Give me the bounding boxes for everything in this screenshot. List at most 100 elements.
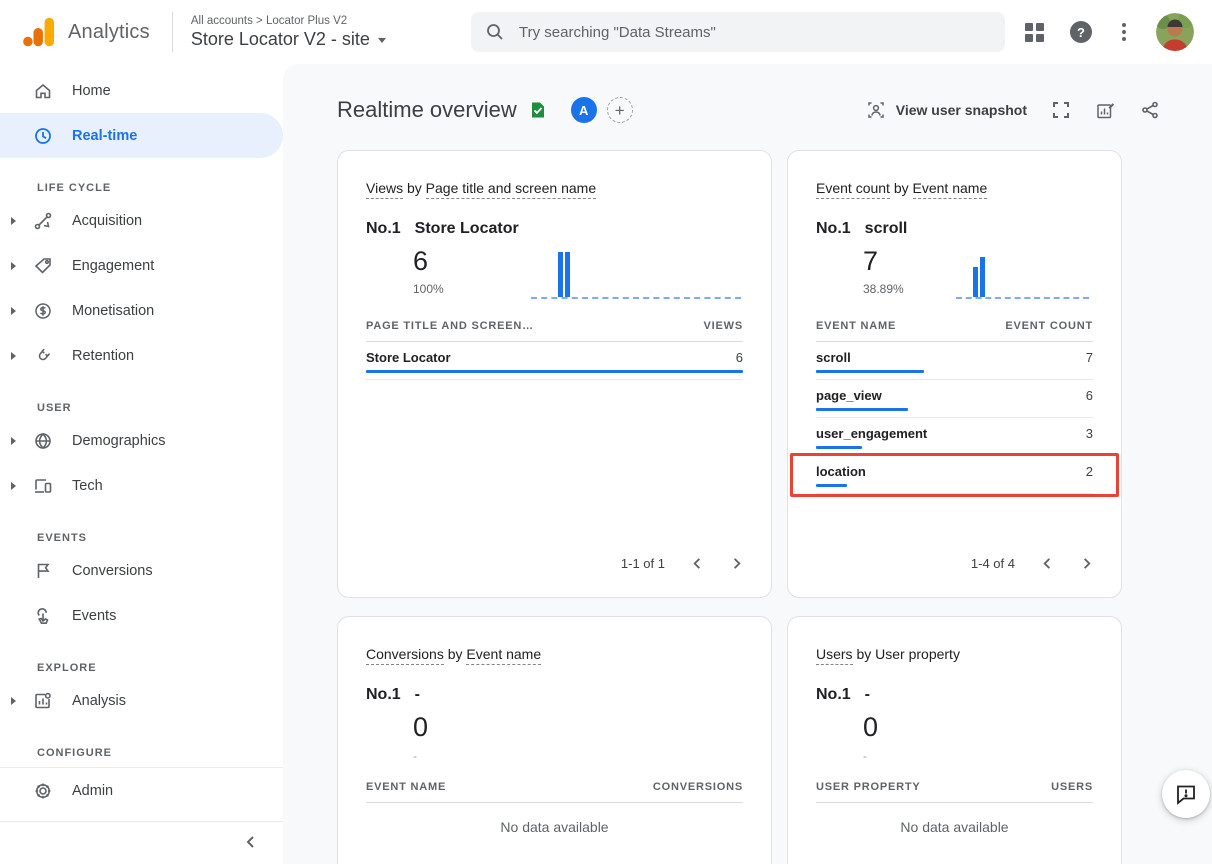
- analytics-logo-icon: [20, 13, 58, 51]
- search-bar[interactable]: [471, 12, 1005, 52]
- sidebar-item-engagement[interactable]: Engagement: [0, 243, 283, 288]
- column-header: EVENT COUNT: [1005, 320, 1093, 332]
- devices-icon: [33, 476, 53, 496]
- card-metric-selector[interactable]: Views: [366, 180, 403, 199]
- expand-caret-icon[interactable]: [11, 262, 16, 270]
- row-bar: [816, 370, 924, 373]
- card-table: EVENT NAME CONVERSIONS No data available: [366, 781, 743, 835]
- sidebar-item-monetisation[interactable]: Monetisation: [0, 288, 283, 333]
- empty-state: No data available: [816, 819, 1093, 835]
- top-entry-percent: 38.89%: [863, 282, 904, 296]
- sidebar-section-events: EVENTS: [0, 532, 283, 544]
- top-entry-value: 7: [863, 246, 904, 277]
- card-table: USER PROPERTY USERS No data available: [816, 781, 1093, 835]
- column-header: EVENT NAME: [816, 320, 896, 332]
- card-metric-selector[interactable]: Conversions: [366, 646, 444, 665]
- row-bar: [816, 446, 862, 449]
- sidebar-section-configure: CONFIGURE: [0, 747, 283, 759]
- top-entry-percent: -: [863, 749, 878, 763]
- top-entry-value: 0: [863, 712, 878, 743]
- top-entry-percent: -: [413, 749, 428, 763]
- breadcrumb[interactable]: All accounts > Locator Plus V2: [191, 15, 386, 27]
- clock-icon: [33, 126, 53, 146]
- add-comparison-button[interactable]: +: [607, 97, 633, 123]
- column-header: USERS: [1051, 781, 1093, 793]
- comparison-chip[interactable]: A: [571, 97, 597, 123]
- card-table: EVENT NAME EVENT COUNT scroll 7 page_vie…: [816, 320, 1093, 494]
- expand-caret-icon[interactable]: [11, 697, 16, 705]
- card-metric-selector[interactable]: Users: [816, 646, 853, 665]
- analysis-chart-icon: [33, 691, 53, 711]
- sidebar-item-events[interactable]: Events: [0, 593, 283, 638]
- feedback-button[interactable]: [1162, 770, 1210, 818]
- card-dimension-selector[interactable]: Event name: [913, 180, 988, 199]
- sidebar-item-conversions[interactable]: Conversions: [0, 548, 283, 593]
- card-dimension-selector[interactable]: Event name: [466, 646, 541, 665]
- help-icon[interactable]: ?: [1070, 21, 1092, 43]
- magnet-icon: [33, 346, 53, 366]
- table-row: user_engagement 3: [816, 418, 1093, 456]
- next-page-icon[interactable]: [730, 557, 743, 570]
- card-event-count-by-event-name: Event count by Event name No.1scroll 7 3…: [787, 150, 1122, 598]
- top-entry-percent: 100%: [413, 282, 444, 296]
- card-table: PAGE TITLE AND SCREEN… VIEWS Store Locat…: [366, 320, 743, 380]
- sidebar-section-explore: EXPLORE: [0, 662, 283, 674]
- card-title: Users by User property: [816, 641, 1093, 668]
- card-dimension-selector[interactable]: Page title and screen name: [426, 180, 596, 199]
- expand-caret-icon[interactable]: [11, 437, 16, 445]
- prev-page-icon[interactable]: [691, 557, 704, 570]
- apps-grid-icon[interactable]: [1025, 23, 1044, 42]
- next-page-icon[interactable]: [1080, 557, 1093, 570]
- sidebar-item-admin[interactable]: Admin: [0, 768, 283, 813]
- collapse-sidebar-icon[interactable]: [243, 834, 259, 850]
- gear-icon: [33, 781, 53, 801]
- expand-caret-icon[interactable]: [11, 482, 16, 490]
- search-input[interactable]: [517, 23, 957, 42]
- chevron-down-icon: [378, 38, 386, 43]
- table-row-highlighted: location 2: [816, 456, 1093, 494]
- card-metric-selector[interactable]: Event count: [816, 180, 890, 199]
- sidebar-item-acquisition[interactable]: Acquisition: [0, 198, 283, 243]
- table-row: Store Locator 6: [366, 342, 743, 380]
- card-title: Conversions by Event name: [366, 641, 743, 668]
- account-switcher[interactable]: All accounts > Locator Plus V2 Store Loc…: [191, 15, 386, 50]
- sidebar-item-analysis[interactable]: Analysis: [0, 678, 283, 723]
- insights-icon[interactable]: [1095, 100, 1116, 121]
- analytics-logo[interactable]: Analytics: [20, 13, 150, 51]
- sidebar-item-home[interactable]: Home: [0, 68, 283, 113]
- sidebar-item-demographics[interactable]: Demographics: [0, 418, 283, 463]
- top-entry: No.1-: [816, 686, 1093, 704]
- sidebar-section-user: USER: [0, 402, 283, 414]
- share-icon[interactable]: [1140, 100, 1160, 120]
- home-icon: [33, 81, 53, 101]
- card-title: Event count by Event name: [816, 175, 1093, 202]
- view-user-snapshot-button[interactable]: View user snapshot: [866, 100, 1027, 120]
- top-entry: No.1-: [366, 686, 743, 704]
- property-name[interactable]: Store Locator V2 - site: [191, 29, 370, 50]
- sidebar-item-tech[interactable]: Tech: [0, 463, 283, 508]
- sidebar-item-retention[interactable]: Retention: [0, 333, 283, 378]
- acquisition-icon: [33, 211, 53, 231]
- main-content: Realtime overview A + View user snapshot: [283, 64, 1212, 864]
- sidebar-item-real-time[interactable]: Real-time: [0, 113, 283, 158]
- sidebar: Home Real-time LIFE CYCLE Acquisition En…: [0, 64, 283, 864]
- more-menu-icon[interactable]: [1118, 19, 1130, 45]
- pagination-label: 1-1 of 1: [621, 556, 665, 571]
- fullscreen-icon[interactable]: [1051, 100, 1071, 120]
- app-name: Analytics: [68, 21, 150, 44]
- avatar[interactable]: [1156, 13, 1194, 51]
- flag-icon: [33, 561, 53, 581]
- report-valid-icon[interactable]: [529, 101, 547, 119]
- expand-caret-icon[interactable]: [11, 307, 16, 315]
- expand-caret-icon[interactable]: [11, 217, 16, 225]
- card-title: Views by Page title and screen name: [366, 175, 743, 202]
- pagination: 1-4 of 4: [816, 556, 1093, 573]
- column-header: CONVERSIONS: [653, 781, 743, 793]
- header-divider: [172, 12, 173, 52]
- prev-page-icon[interactable]: [1041, 557, 1054, 570]
- top-entry-value: 0: [413, 712, 428, 743]
- sparkline: [531, 249, 741, 299]
- row-bar: [366, 370, 743, 373]
- column-header: EVENT NAME: [366, 781, 446, 793]
- expand-caret-icon[interactable]: [11, 352, 16, 360]
